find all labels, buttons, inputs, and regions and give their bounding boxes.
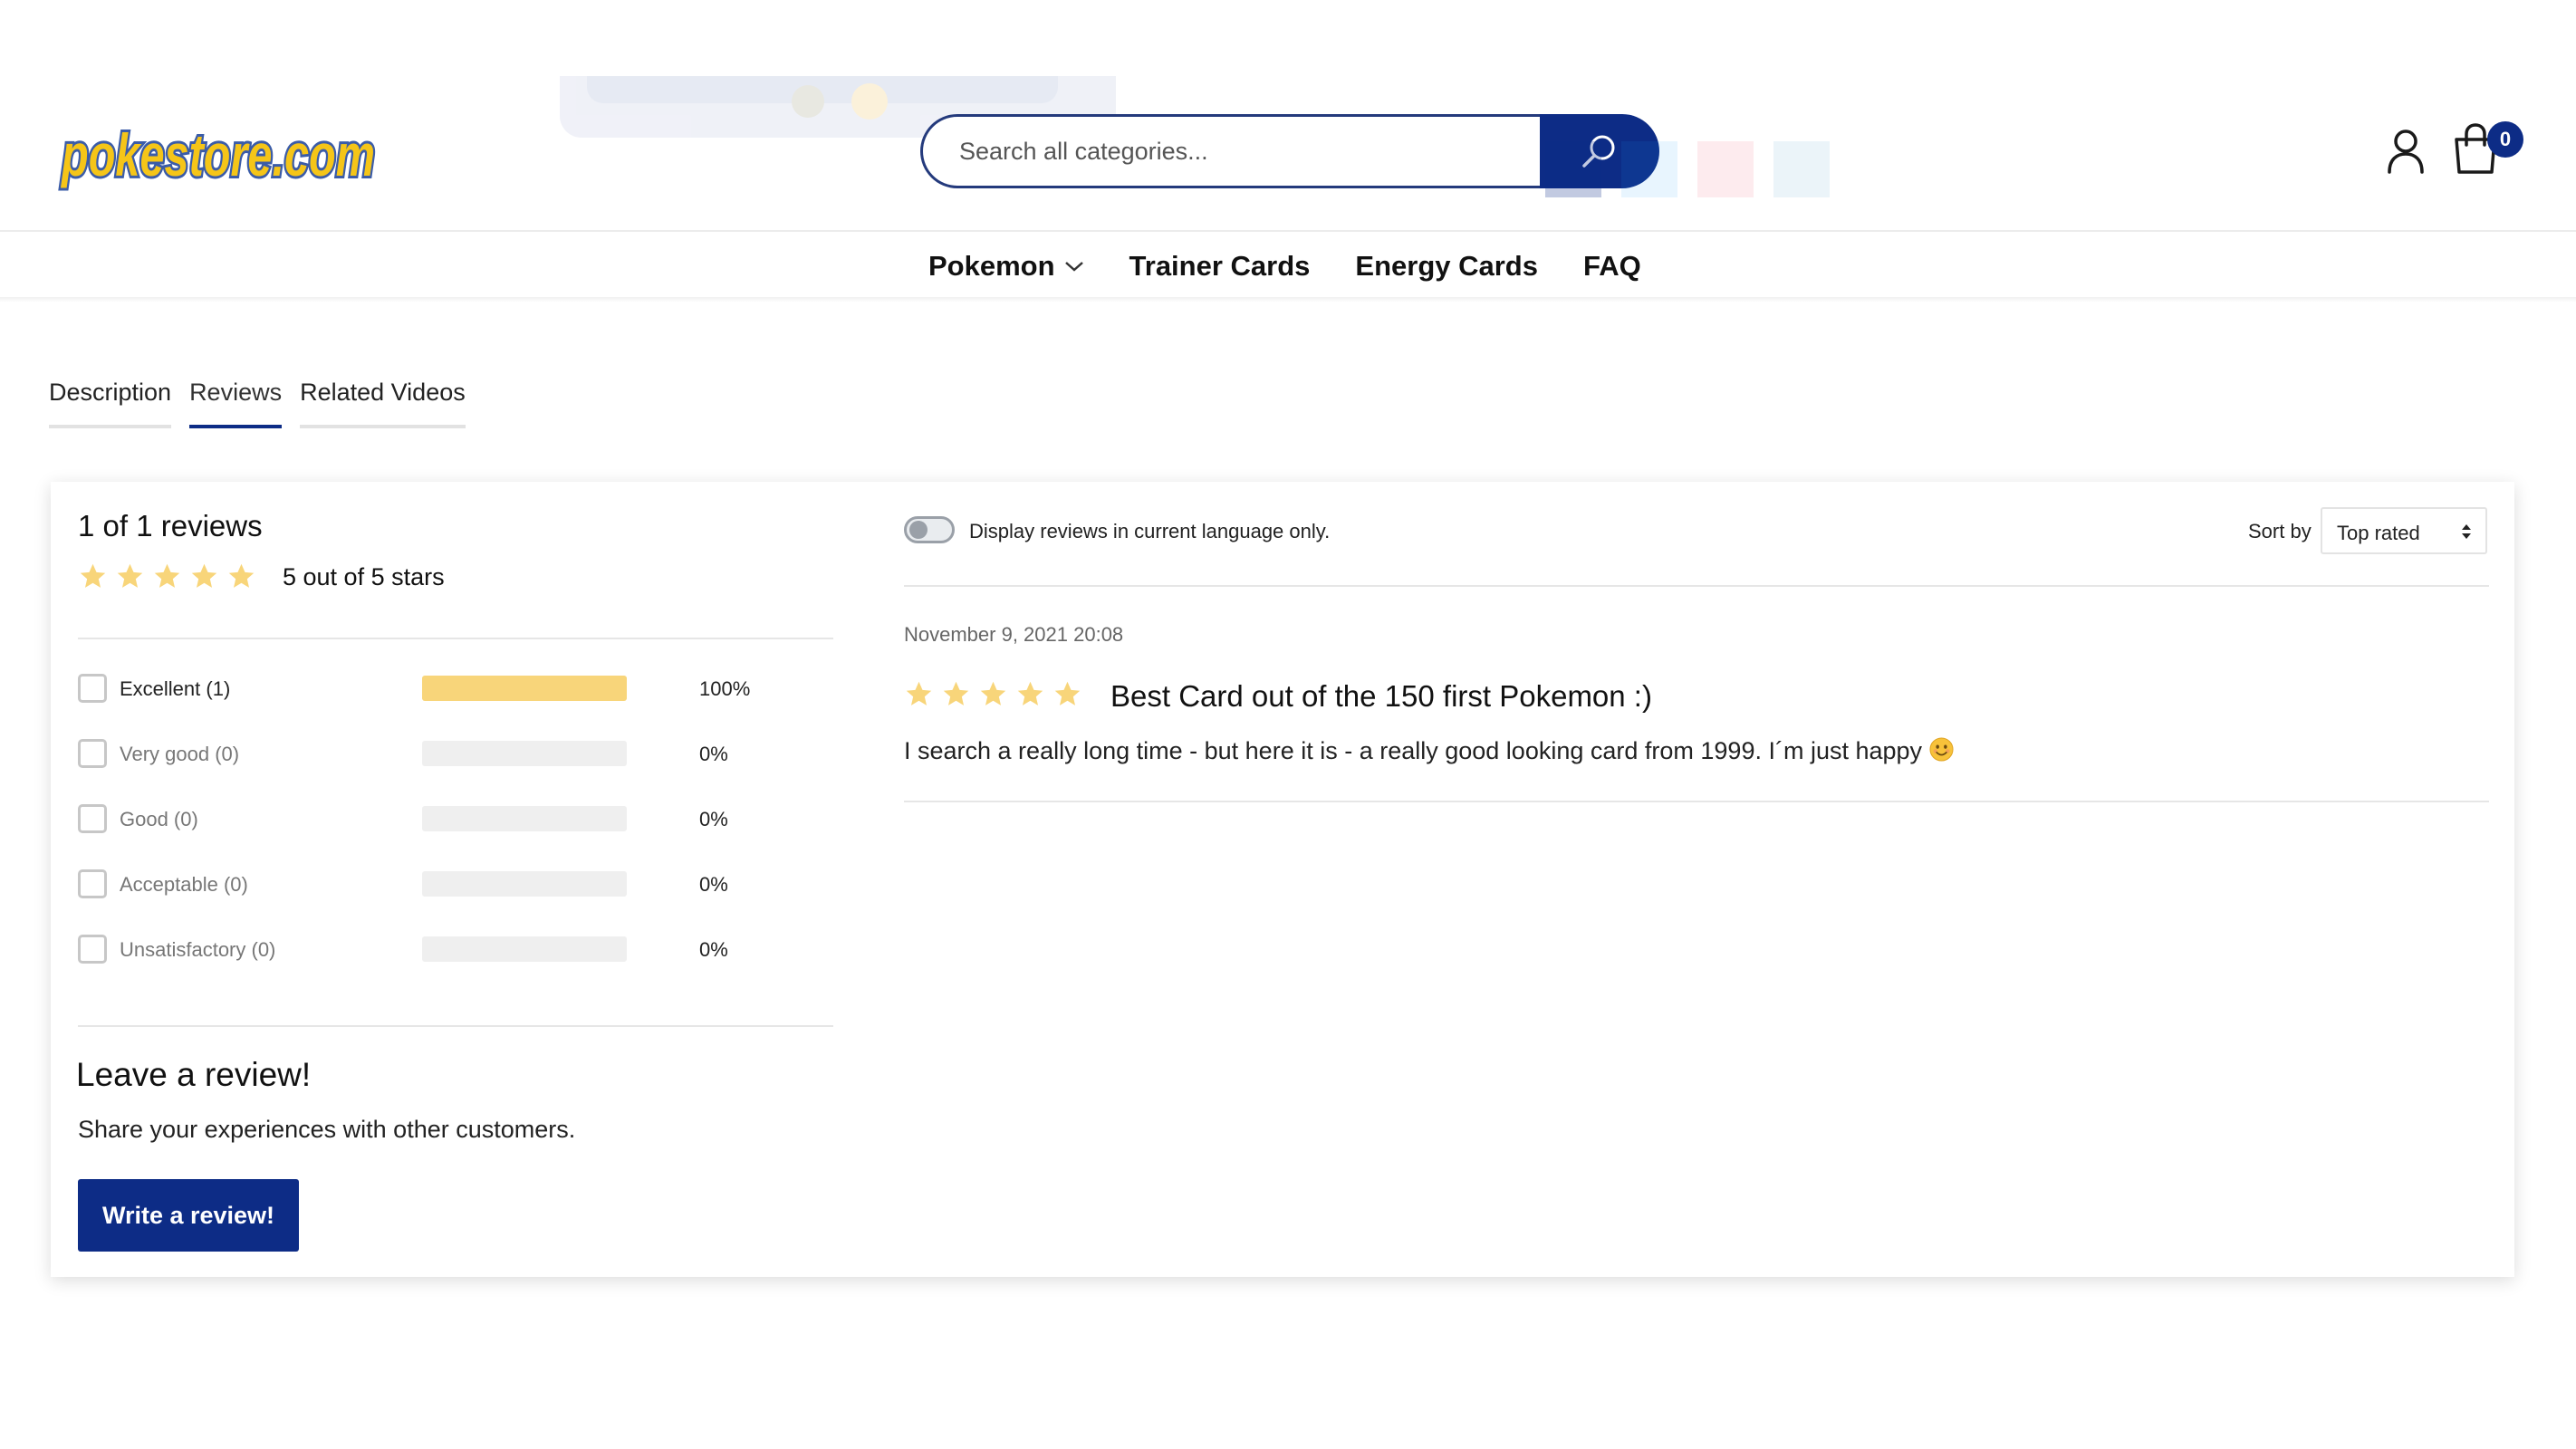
rating-bar: [422, 871, 627, 897]
rating-filter-very-good: Very good (0) 0%: [78, 737, 833, 770]
divider: [904, 585, 2489, 587]
leave-review-title: Leave a review!: [76, 1056, 312, 1093]
share-icons-ghost: [1545, 141, 1844, 197]
cart-count-badge: 0: [2487, 121, 2523, 158]
rating-percent: 0%: [699, 873, 728, 896]
rating-label[interactable]: Excellent (1): [120, 677, 230, 701]
rating-bar: [422, 806, 627, 831]
rating-checkbox[interactable]: [78, 869, 107, 898]
pinterest-icon: [1697, 141, 1754, 197]
rating-filter-excellent: Excellent (1) 100%: [78, 672, 833, 705]
rating-percent: 0%: [699, 938, 728, 961]
rating-label[interactable]: Acceptable (0): [120, 873, 248, 897]
tab-related-videos[interactable]: Related Videos: [300, 379, 466, 428]
toggle-knob: [909, 521, 928, 539]
star-icon: [154, 563, 180, 588]
star-icon: [228, 563, 255, 588]
reviews-panel: 1 of 1 reviews 5 out of 5 stars Excellen…: [51, 482, 2514, 1277]
product-tabs: Description Reviews Related Videos: [49, 379, 466, 428]
rating-checkbox[interactable]: [78, 674, 107, 703]
divider: [78, 1025, 833, 1027]
review-date: November 9, 2021 20:08: [904, 623, 1124, 646]
rating-bar-fill: [422, 676, 627, 701]
reviews-count-title: 1 of 1 reviews: [78, 509, 263, 542]
star-icon: [80, 563, 106, 588]
leave-review-subtitle: Share your experiences with other custom…: [78, 1116, 576, 1143]
rating-label[interactable]: Very good (0): [120, 743, 239, 766]
account-icon[interactable]: [2380, 125, 2431, 176]
nav-item-faq[interactable]: FAQ: [1583, 250, 1641, 283]
nav-item-label: Energy Cards: [1355, 250, 1538, 282]
star-icon: [117, 563, 143, 588]
tab-description[interactable]: Description: [49, 379, 172, 428]
rating-filter-unsatisfactory: Unsatisfactory (0) 0%: [78, 933, 833, 965]
rating-percent: 0%: [699, 808, 728, 830]
review-title: Best Card out of the 150 first Pokemon :…: [1110, 679, 1652, 713]
twitter-icon: [1621, 141, 1677, 197]
star-icon: [1054, 681, 1081, 705]
rating-checkbox[interactable]: [78, 739, 107, 768]
star-icon: [191, 563, 217, 588]
review-stars: [904, 679, 1082, 709]
logo-text: pokestore.com: [61, 121, 375, 188]
facebook-icon: [1545, 141, 1601, 197]
pokestore-logo[interactable]: pokestore.com: [56, 107, 382, 197]
rating-bar: [422, 936, 627, 962]
rating-label[interactable]: Unsatisfactory (0): [120, 938, 275, 962]
sort-arrows-icon: [2462, 524, 2471, 539]
divider: [904, 801, 2489, 802]
sort-selected-value: Top rated: [2337, 522, 2420, 544]
star-icon: [943, 681, 969, 705]
chevron-down-icon: [1064, 262, 1083, 272]
review-body: I search a really long time - but here i…: [904, 737, 1954, 765]
nav-item-trainer-cards[interactable]: Trainer Cards: [1129, 250, 1311, 283]
site-header: pokestore.com 0: [0, 0, 2576, 232]
language-toggle[interactable]: [904, 516, 955, 543]
search-input[interactable]: [920, 114, 1545, 188]
star-icon: [906, 681, 932, 705]
nav-shadow: [0, 297, 2576, 302]
tab-reviews[interactable]: Reviews: [189, 379, 283, 428]
rating-checkbox[interactable]: [78, 804, 107, 833]
search-bar: [920, 114, 1659, 188]
sort-label: Sort by: [2248, 520, 2312, 542]
nav-item-energy-cards[interactable]: Energy Cards: [1355, 250, 1538, 283]
rating-label[interactable]: Good (0): [120, 808, 198, 831]
rating-percent: 100%: [699, 677, 751, 700]
nav-item-label: Pokemon: [928, 250, 1055, 282]
divider: [78, 638, 833, 639]
write-review-button[interactable]: Write a review!: [78, 1179, 299, 1252]
summary-rating-text: 5 out of 5 stars: [283, 563, 445, 590]
rating-checkbox[interactable]: [78, 935, 107, 964]
rating-filter-good: Good (0) 0%: [78, 802, 833, 835]
review-body-text: I search a really long time - but here i…: [904, 737, 1923, 764]
rating-filter-acceptable: Acceptable (0) 0%: [78, 868, 833, 900]
rating-bar: [422, 676, 627, 701]
nav-item-label: FAQ: [1582, 250, 1641, 282]
rating-percent: 0%: [699, 743, 728, 765]
language-toggle-label: Display reviews in current language only…: [969, 520, 1331, 542]
star-icon: [1017, 681, 1043, 705]
summary-stars: [78, 561, 256, 591]
nav-item-label: Trainer Cards: [1129, 250, 1311, 282]
sort-select[interactable]: Top rated: [2321, 507, 2487, 554]
rating-bar: [422, 741, 627, 766]
nav-item-pokemon[interactable]: Pokemon: [928, 250, 1084, 283]
main-nav: Pokemon Trainer Cards Energy Cards FAQ: [0, 234, 2576, 299]
linkedin-icon: [1773, 141, 1830, 197]
star-icon: [980, 681, 1006, 705]
smiling-emoji-icon: [1929, 737, 1954, 762]
